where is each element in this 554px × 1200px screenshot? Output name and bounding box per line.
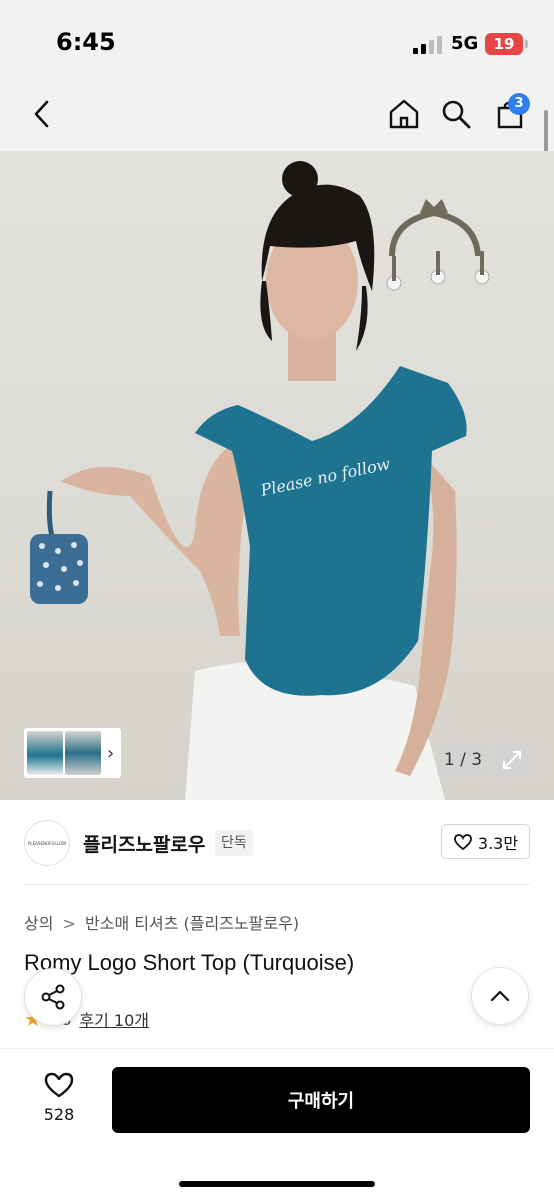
nav-bar — [0, 86, 554, 151]
share-button[interactable] — [24, 968, 82, 1026]
thumbnail-strip[interactable]: › — [24, 728, 121, 778]
image-page-indicator: 1 / 3 — [437, 743, 489, 777]
left-arm — [60, 436, 250, 636]
signal-icon — [413, 36, 443, 54]
heart-icon — [454, 833, 472, 850]
network-label: 5G — [451, 33, 479, 54]
thumbnail-2[interactable] — [65, 731, 101, 775]
back-icon[interactable] — [22, 94, 62, 134]
share-icon — [41, 984, 65, 1010]
bottom-bar: 528 구매하기 — [0, 1048, 554, 1200]
chevron-up-icon — [490, 990, 510, 1002]
home-icon[interactable] — [384, 94, 424, 134]
brand-like-button[interactable]: 3.3만 — [441, 824, 530, 859]
brand-row[interactable]: PLEASENOFOLLOW 플리즈노팔로우 단독 3.3만 — [24, 816, 530, 870]
exclusive-tag: 단독 — [215, 830, 253, 856]
status-time: 6:45 — [56, 28, 116, 56]
status-bar: 6:45 5G 19 — [0, 0, 554, 86]
battery-icon: 19 — [485, 33, 528, 55]
review-link[interactable]: 후기 10개 — [79, 1007, 149, 1031]
breadcrumb-item-1[interactable]: 상의 — [24, 914, 53, 933]
product-photo: Please no follow — [30, 161, 490, 800]
product-image[interactable]: Please no follow — [0, 151, 554, 800]
chevron-right-icon[interactable]: › — [107, 743, 114, 764]
home-indicator — [179, 1181, 375, 1187]
thumbnail-1[interactable] — [27, 731, 63, 775]
brand-like-count: 3.3만 — [477, 833, 519, 853]
wall-hook — [386, 199, 490, 291]
brand-name[interactable]: 플리즈노팔로우 — [83, 830, 205, 857]
chevron-right-icon: > — [62, 914, 76, 933]
breadcrumb-item-2[interactable]: 반소매 티셔츠 (플리즈노팔로우) — [85, 914, 299, 933]
divider — [24, 884, 530, 885]
search-icon[interactable] — [436, 94, 476, 134]
scroll-top-button[interactable] — [471, 967, 529, 1025]
wish-count: 528 — [43, 1105, 75, 1124]
product-title: Romy Logo Short Top (Turquoise) — [24, 950, 355, 975]
heart-icon — [44, 1072, 74, 1098]
cart-badge: 3 — [508, 93, 530, 115]
polka-dot-pouch — [30, 490, 88, 604]
breadcrumb: 상의 > 반소매 티셔츠 (플리즈노팔로우) — [24, 910, 299, 934]
wish-button[interactable]: 528 — [30, 1071, 88, 1124]
expand-icon[interactable] — [495, 743, 529, 777]
buy-button[interactable]: 구매하기 — [112, 1067, 530, 1133]
brand-logo[interactable]: PLEASENOFOLLOW — [24, 820, 70, 866]
